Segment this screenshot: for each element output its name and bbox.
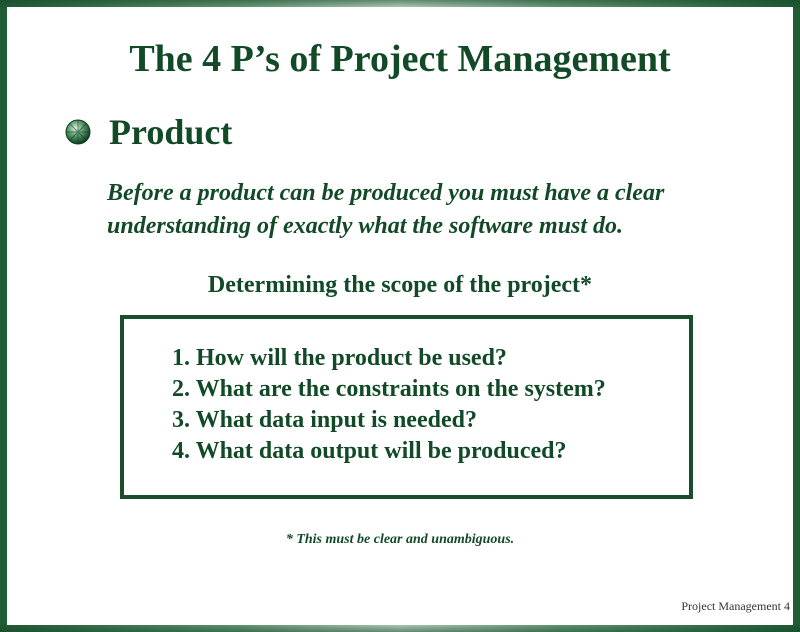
- footnote: * This must be clear and unambiguous.: [285, 532, 515, 547]
- question-item: 4. What data output will be produced?: [172, 438, 567, 464]
- slide-title: The 4 P’s of Project Management: [129, 38, 671, 80]
- scope-questions-list: 1. How will the product be used? 2. What…: [172, 343, 606, 467]
- question-item: 2. What are the constraints on the syste…: [172, 376, 606, 402]
- scope-subheading: Determining the scope of the project*: [207, 272, 593, 298]
- slide: The 4 P’s of Project Management Product …: [0, 0, 800, 632]
- slide-number: Project Management 4: [681, 599, 790, 613]
- heading-row: Product: [65, 111, 232, 153]
- question-item: 1. How will the product be used?: [172, 345, 507, 371]
- description-text: Before a product can be produced you mus…: [107, 180, 665, 239]
- green-sphere-bullet-icon: [65, 119, 91, 145]
- slide-content-panel: The 4 P’s of Project Management Product …: [7, 7, 793, 625]
- scope-questions-box: 1. How will the product be used? 2. What…: [120, 315, 693, 499]
- question-item: 3. What data input is needed?: [172, 407, 477, 433]
- section-heading: Product: [109, 112, 233, 152]
